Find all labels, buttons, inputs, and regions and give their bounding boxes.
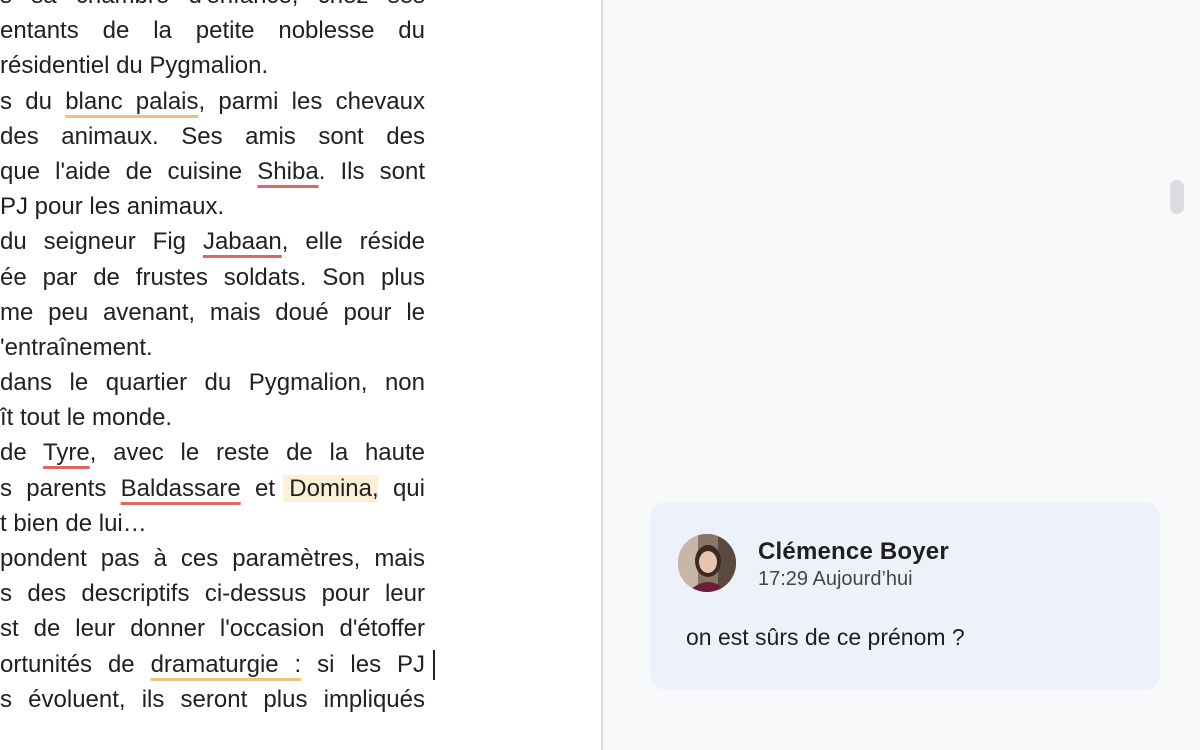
text-run: si les PJ (301, 650, 425, 678)
comment-text: on est sûrs de ce prénom ? (686, 624, 965, 650)
text-run: . Ils sont (318, 157, 425, 185)
document-line[interactable]: entants de la petite noblesse du (0, 13, 425, 48)
document-line[interactable]: ée par de frustes soldats. Son plus (0, 260, 425, 295)
comment-card[interactable]: Clémence Boyer 17:29 Aujourd’hui on est … (650, 502, 1160, 690)
avatar-image (678, 534, 736, 592)
text-run: ortunités de (0, 650, 151, 678)
text-run: st de leur donner l'occasion d'étoffer (0, 615, 425, 643)
comment-author: Clémence Boyer (758, 538, 949, 565)
text-run: résidentiel du Pygmalion. (0, 52, 269, 80)
text-run: s du (0, 87, 66, 115)
document-line[interactable]: s du blanc palais, parmi les chevaux (0, 84, 425, 119)
document-line[interactable]: ît tout le monde. (0, 400, 425, 435)
document-line[interactable]: pondent pas à ces paramètres, mais (0, 541, 425, 576)
document-page[interactable]: s sa chambre d'enfance, chez ses entants … (0, 0, 602, 750)
scrollbar-thumb[interactable] (1170, 180, 1184, 214)
document-line[interactable]: de Tyre, avec le reste de la haute (0, 435, 425, 470)
document-body[interactable]: s sa chambre d'enfance, chez ses entants … (0, 0, 425, 717)
spelling-suggestion[interactable]: Shiba (257, 158, 318, 185)
commented-text[interactable]: Domina (283, 474, 378, 502)
text-run: s des descriptifs ci-dessus pour leur (0, 580, 425, 608)
spelling-suggestion[interactable]: Jabaan (203, 228, 282, 255)
document-line[interactable]: résidentiel du Pygmalion. (0, 48, 425, 83)
text-run: de (0, 439, 44, 467)
text-run: ée par de frustes soldats. Son plus (0, 263, 425, 291)
text-run: que l'aide de cuisine (0, 157, 258, 185)
text-run: pondent pas à ces paramètres, mais (0, 545, 425, 572)
document-line[interactable]: s évoluent, ils seront plus impliqués (0, 682, 425, 717)
text-run: s évoluent, ils seront plus impliqués (0, 685, 425, 713)
document-line[interactable]: du seigneur Fig Jabaan, elle réside (0, 224, 425, 259)
text-run: me peu avenant, mais doué pour le (0, 298, 425, 326)
document-line[interactable]: PJ pour les animaux. (0, 189, 425, 224)
text-run: s sa chambre d'enfance, chez ses (0, 0, 425, 9)
grammar-suggestion[interactable]: dramaturgie : (151, 651, 302, 678)
document-line[interactable]: ortunités de dramaturgie : si les PJ (0, 647, 425, 682)
document-line[interactable]: s sa chambre d'enfance, chez ses (0, 0, 425, 13)
text-run: 'entraînement. (0, 333, 153, 361)
text-run: et (240, 474, 290, 502)
text-run: PJ pour les animaux. (0, 193, 225, 221)
text-run: entants de la petite noblesse du (0, 17, 425, 45)
text-cursor (433, 650, 435, 680)
text-run: du seigneur Fig (0, 228, 203, 256)
text-run: s parents (0, 474, 121, 502)
spelling-suggestion[interactable]: Tyre (43, 439, 90, 466)
document-line[interactable]: me peu avenant, mais doué pour le (0, 295, 425, 330)
text-run: , parmi les chevaux (198, 87, 425, 115)
document-line[interactable]: st de leur donner l'occasion d'étoffer (0, 611, 425, 646)
text-run: t bien de lui… (0, 509, 147, 537)
text-run: dans le quartier du Pygmalion, non (0, 369, 425, 397)
text-run: , qui (372, 474, 425, 502)
text-run: , avec le reste de la haute (89, 439, 425, 467)
document-line[interactable]: dans le quartier du Pygmalion, non (0, 365, 425, 400)
document-line[interactable]: que l'aide de cuisine Shiba. Ils sont (0, 154, 425, 189)
text-run: , elle réside (281, 228, 425, 256)
text-run: ît tout le monde. (0, 404, 173, 432)
avatar[interactable] (678, 534, 736, 592)
document-line[interactable]: s des descriptifs ci-dessus pour leur (0, 576, 425, 611)
document-line[interactable]: 'entraînement. (0, 330, 425, 365)
document-line[interactable]: t bien de lui… (0, 506, 425, 541)
grammar-suggestion[interactable]: blanc palais (65, 88, 198, 115)
text-run: des animaux. Ses amis sont des (0, 122, 425, 150)
comment-timestamp: 17:29 Aujourd’hui (758, 568, 913, 590)
spelling-suggestion[interactable]: Baldassare (121, 475, 241, 502)
document-line[interactable]: des animaux. Ses amis sont des (0, 119, 425, 154)
document-line[interactable]: s parents Baldassare et Domina, qui (0, 471, 425, 506)
